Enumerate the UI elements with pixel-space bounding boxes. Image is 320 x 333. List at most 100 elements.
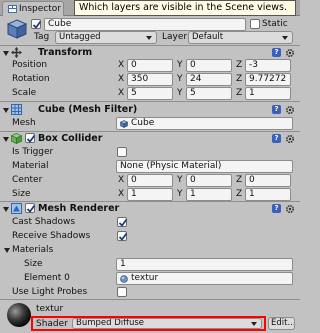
- axis-x-label: X: [118, 175, 125, 185]
- is-trigger-checkbox[interactable]: [117, 147, 127, 157]
- static-checkbox[interactable]: [250, 19, 260, 29]
- active-checkbox[interactable]: [31, 19, 42, 29]
- element0-label: Element 0: [24, 273, 70, 283]
- position-y-field[interactable]: 0: [186, 59, 232, 72]
- materials-size-field[interactable]: 1: [116, 258, 293, 271]
- mesh-icon: [120, 120, 128, 128]
- size-x-field[interactable]: 1: [127, 188, 173, 201]
- help-icon[interactable]: ?: [272, 134, 281, 143]
- axis-z-label: Z: [236, 175, 243, 185]
- foldout-arrow-icon[interactable]: [3, 51, 9, 56]
- physic-material-field[interactable]: None (Physic Material): [116, 160, 293, 173]
- foldout-arrow-icon[interactable]: [3, 108, 9, 113]
- help-icon[interactable]: ?: [272, 105, 281, 114]
- is-trigger-label: Is Trigger: [12, 147, 54, 157]
- center-z-field[interactable]: 0: [245, 174, 291, 187]
- use-light-probes-checkbox[interactable]: [117, 287, 127, 297]
- box-collider-header[interactable]: Box Collider ?: [0, 132, 300, 146]
- scale-y-field[interactable]: 5: [186, 87, 232, 100]
- mesh-value: Cube: [131, 118, 155, 128]
- rotation-x-field[interactable]: 350: [127, 73, 173, 86]
- size-y-field[interactable]: 1: [186, 188, 232, 201]
- box-collider-icon: [11, 133, 22, 144]
- divider: [0, 101, 300, 102]
- foldout-arrow-icon[interactable]: [4, 248, 10, 253]
- rotation-label: Rotation: [12, 74, 50, 84]
- layer-dropdown[interactable]: Default: [188, 31, 293, 44]
- axis-z-label: Z: [236, 189, 243, 199]
- cast-shadows-checkbox[interactable]: [117, 217, 128, 227]
- axis-z-label: Z: [236, 88, 243, 98]
- tag-dropdown[interactable]: Untagged: [55, 31, 157, 44]
- mesh-renderer-enabled-checkbox[interactable]: [25, 203, 36, 213]
- center-x-field[interactable]: 0: [127, 174, 173, 187]
- layer-value: Default: [192, 32, 224, 42]
- axis-x-label: X: [118, 60, 125, 70]
- material-label: Material: [12, 161, 49, 171]
- element0-value: textur: [131, 273, 159, 283]
- material-name: textur: [36, 304, 64, 314]
- check-icon: [32, 20, 42, 29]
- receive-shadows-label: Receive Shadows: [12, 231, 91, 241]
- box-collider-enabled-checkbox[interactable]: [25, 133, 36, 143]
- shader-dropdown[interactable]: Bumped Diffuse: [72, 318, 262, 329]
- scale-z-field[interactable]: 1: [245, 87, 291, 100]
- layer-label: Layer: [162, 32, 188, 42]
- axis-y-label: Y: [177, 189, 183, 199]
- position-label: Position: [12, 60, 48, 70]
- mesh-filter-title: Cube (Mesh Filter): [38, 104, 138, 115]
- scale-label: Scale: [12, 88, 37, 98]
- static-label: Static: [262, 19, 288, 29]
- axis-y-label: Y: [177, 74, 183, 84]
- axis-z-label: Z: [236, 74, 243, 84]
- tab-inspector[interactable]: Inspector: [2, 1, 64, 16]
- mesh-label: Mesh: [12, 118, 36, 128]
- axis-y-label: Y: [177, 60, 183, 70]
- shader-label: Shader: [36, 319, 68, 329]
- element0-material-field[interactable]: textur: [116, 272, 293, 285]
- mesh-filter-header[interactable]: Cube (Mesh Filter) ?: [0, 103, 300, 117]
- object-name-field[interactable]: Cube: [44, 18, 246, 31]
- gear-icon[interactable]: [285, 48, 295, 58]
- position-x-field[interactable]: 0: [127, 59, 173, 72]
- axis-x-label: X: [118, 88, 125, 98]
- check-icon: [118, 232, 128, 241]
- foldout-arrow-icon[interactable]: [3, 207, 9, 212]
- mesh-renderer-icon: [11, 203, 22, 214]
- size-z-field[interactable]: 1: [245, 188, 291, 201]
- edit-shader-button[interactable]: Edit...: [268, 317, 295, 330]
- gear-icon[interactable]: [285, 204, 295, 214]
- axis-x-label: X: [118, 189, 125, 199]
- help-icon[interactable]: ?: [272, 204, 281, 213]
- check-icon: [118, 218, 128, 227]
- position-z-field[interactable]: -3: [245, 59, 291, 72]
- receive-shadows-checkbox[interactable]: [117, 231, 128, 241]
- chevron-down-icon: [251, 322, 257, 326]
- transform-header[interactable]: Transform ?: [0, 46, 300, 60]
- material-icon: [120, 275, 128, 283]
- rotation-y-field[interactable]: 24: [186, 73, 232, 86]
- rotation-z-field[interactable]: 9.77272: [245, 73, 291, 86]
- axis-y-label: Y: [177, 88, 183, 98]
- gear-icon[interactable]: [285, 105, 295, 115]
- axis-y-label: Y: [177, 175, 183, 185]
- help-icon[interactable]: ?: [272, 48, 281, 57]
- divider: [0, 299, 300, 300]
- transform-title: Transform: [38, 47, 93, 58]
- check-icon: [26, 134, 36, 143]
- transform-icon: [11, 47, 22, 58]
- gear-icon[interactable]: [285, 134, 295, 144]
- scale-x-field[interactable]: 5: [127, 87, 173, 100]
- mesh-object-field[interactable]: Cube: [116, 117, 293, 130]
- center-y-field[interactable]: 0: [186, 174, 232, 187]
- foldout-arrow-icon[interactable]: [3, 137, 9, 142]
- materials-label: Materials: [12, 245, 54, 255]
- axis-z-label: Z: [236, 60, 243, 70]
- size-label: Size: [12, 189, 31, 199]
- mesh-renderer-header[interactable]: Mesh Renderer ?: [0, 202, 300, 216]
- material-sphere-icon: [7, 303, 31, 327]
- use-light-probes-label: Use Light Probes: [12, 287, 88, 297]
- tag-label: Tag: [34, 32, 50, 42]
- cast-shadows-label: Cast Shadows: [12, 217, 76, 227]
- mesh-filter-icon: [11, 104, 22, 115]
